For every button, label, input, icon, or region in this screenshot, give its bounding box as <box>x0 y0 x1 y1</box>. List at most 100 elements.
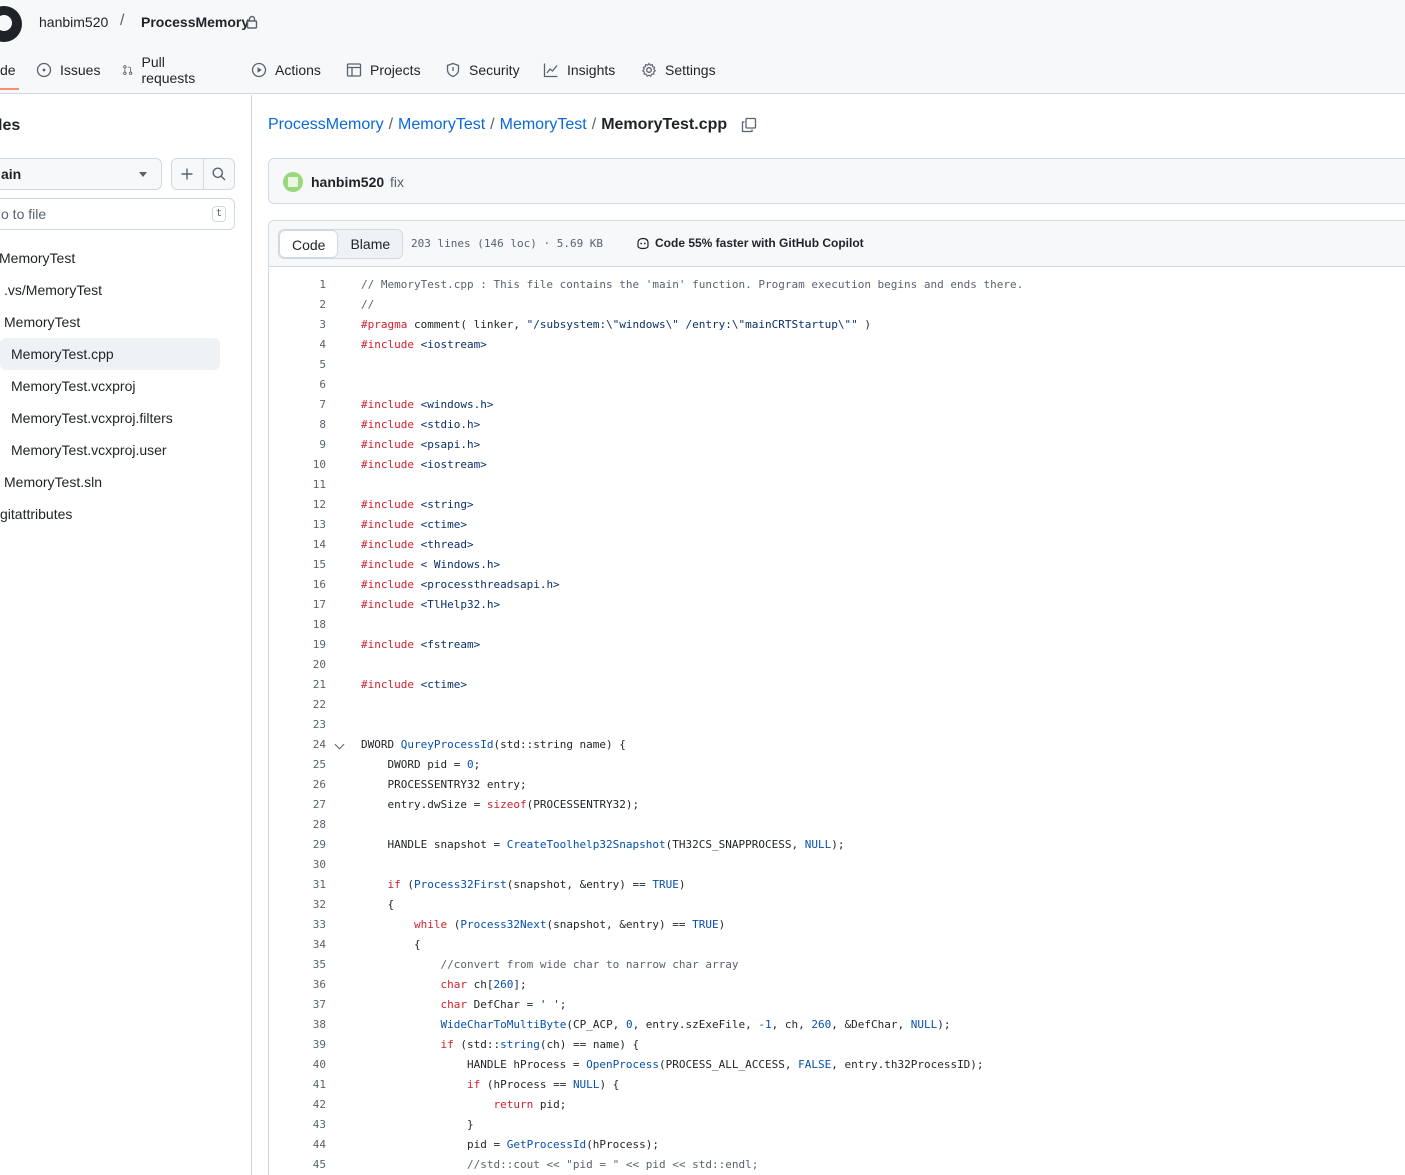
code-line-text: HANDLE snapshot = CreateToolhelp32Snapsh… <box>361 838 845 851</box>
code-line-text: PROCESSENTRY32 entry; <box>361 778 527 791</box>
line-number[interactable]: 20 <box>269 655 326 675</box>
tree-item-vs-memorytest[interactable]: .vs/MemoryTest <box>4 274 220 306</box>
add-file-button[interactable] <box>172 159 203 189</box>
line-number[interactable]: 4 <box>269 335 326 355</box>
tree-item-label: .vs/MemoryTest <box>4 282 103 298</box>
tree-item-vcxproj[interactable]: MemoryTest.vcxproj <box>11 370 220 402</box>
tree-item-vcxproj-filters[interactable]: MemoryTest.vcxproj.filters <box>11 402 220 434</box>
tab-code[interactable]: de <box>0 50 19 90</box>
line-number[interactable]: 36 <box>269 975 326 995</box>
line-number[interactable]: 28 <box>269 815 326 835</box>
tab-insights[interactable]: Insights <box>543 50 615 90</box>
breadcrumb: ProcessMemory / MemoryTest / MemoryTest … <box>268 116 757 134</box>
line-number[interactable]: 21 <box>269 675 326 695</box>
code-line-text: #include < Windows.h> <box>361 558 501 571</box>
line-number[interactable]: 30 <box>269 855 326 875</box>
line-number[interactable]: 19 <box>269 635 326 655</box>
table-icon <box>346 63 362 77</box>
line-number[interactable]: 13 <box>269 515 326 535</box>
line-number[interactable]: 5 <box>269 355 326 375</box>
line-number[interactable]: 41 <box>269 1075 326 1095</box>
breadcrumb-subfolder-link[interactable]: MemoryTest <box>500 116 587 134</box>
code-line: 14 #include <thread> <box>269 535 1405 555</box>
branch-selector-button[interactable]: ain <box>0 158 162 190</box>
tab-projects[interactable]: Projects <box>346 50 421 90</box>
line-number[interactable]: 18 <box>269 615 326 635</box>
line-number[interactable]: 11 <box>269 475 326 495</box>
commit-author-link[interactable]: hanbim520 <box>311 174 384 190</box>
line-number[interactable]: 1 <box>269 275 326 295</box>
line-number[interactable]: 2 <box>269 295 326 315</box>
line-number[interactable]: 40 <box>269 1055 326 1075</box>
keyboard-shortcut-hint: t <box>212 206 226 222</box>
line-number[interactable]: 12 <box>269 495 326 515</box>
line-number[interactable]: 26 <box>269 775 326 795</box>
line-number[interactable]: 32 <box>269 895 326 915</box>
go-to-file-placeholder: o to file <box>1 206 47 222</box>
tab-label: Settings <box>665 62 716 78</box>
code-line-text: entry.dwSize = sizeof(PROCESSENTRY32); <box>361 798 640 811</box>
line-number[interactable]: 22 <box>269 695 326 715</box>
line-number[interactable]: 6 <box>269 375 326 395</box>
tab-settings[interactable]: Settings <box>641 50 716 90</box>
tree-item-sln[interactable]: MemoryTest.sln <box>4 466 220 498</box>
line-number[interactable]: 24 <box>269 735 326 755</box>
branch-name: ain <box>1 166 22 182</box>
line-number[interactable]: 7 <box>269 395 326 415</box>
line-number[interactable]: 9 <box>269 435 326 455</box>
line-number[interactable]: 42 <box>269 1095 326 1115</box>
line-number[interactable]: 29 <box>269 835 326 855</box>
shield-icon <box>446 62 460 78</box>
line-number[interactable]: 15 <box>269 555 326 575</box>
tree-item-memorytest-folder[interactable]: MemoryTest <box>4 306 220 338</box>
go-to-file-input[interactable]: o to file t <box>0 198 235 230</box>
line-number[interactable]: 3 <box>269 315 326 335</box>
line-number[interactable]: 33 <box>269 915 326 935</box>
tab-security[interactable]: Security <box>445 50 520 90</box>
line-number[interactable]: 31 <box>269 875 326 895</box>
line-number[interactable]: 17 <box>269 595 326 615</box>
line-number[interactable]: 35 <box>269 955 326 975</box>
github-logo-icon[interactable] <box>0 6 22 42</box>
tree-item-memorytest-cpp[interactable]: MemoryTest.cpp <box>0 338 220 370</box>
repo-name-link[interactable]: ProcessMemory <box>141 14 249 30</box>
line-number[interactable]: 37 <box>269 995 326 1015</box>
tab-issues[interactable]: Issues <box>36 50 100 90</box>
line-number[interactable]: 8 <box>269 415 326 435</box>
repo-owner-link[interactable]: hanbim520 <box>39 14 108 30</box>
blame-view-button[interactable]: Blame <box>338 230 402 258</box>
line-number[interactable]: 10 <box>269 455 326 475</box>
copy-path-icon[interactable] <box>741 117 757 133</box>
line-number[interactable]: 23 <box>269 715 326 735</box>
line-number[interactable]: 27 <box>269 795 326 815</box>
line-number[interactable]: 25 <box>269 755 326 775</box>
copilot-promo-link[interactable]: Code 55% faster with GitHub Copilot <box>636 236 864 250</box>
tab-pull-requests[interactable]: Pull requests <box>122 50 200 90</box>
code-view-button[interactable]: Code <box>279 230 339 258</box>
line-number[interactable]: 38 <box>269 1015 326 1035</box>
commit-message-link[interactable]: fix <box>390 174 404 190</box>
breadcrumb-repo-link[interactable]: ProcessMemory <box>268 116 384 134</box>
code-line-text: { <box>361 898 395 911</box>
code-line: 43 } <box>269 1115 1405 1135</box>
line-number[interactable]: 34 <box>269 935 326 955</box>
tree-item-vcxproj-user[interactable]: MemoryTest.vcxproj.user <box>11 434 220 466</box>
line-number[interactable]: 39 <box>269 1035 326 1055</box>
search-files-button[interactable] <box>202 159 234 189</box>
fold-chevron-icon[interactable] <box>334 739 345 750</box>
avatar[interactable] <box>283 172 303 192</box>
tab-actions[interactable]: Actions <box>251 50 321 90</box>
line-number[interactable]: 16 <box>269 575 326 595</box>
breadcrumb-folder-link[interactable]: MemoryTest <box>398 116 485 134</box>
line-number[interactable]: 14 <box>269 535 326 555</box>
tree-item-memorytest[interactable]: MemoryTest <box>0 242 219 274</box>
tree-item-label: gitattributes <box>0 506 73 522</box>
line-number[interactable]: 45 <box>269 1155 326 1175</box>
code-line: 38 WideCharToMultiByte(CP_ACP, 0, entry.… <box>269 1015 1405 1035</box>
code-line-text: // <box>361 298 375 311</box>
tree-item-label: MemoryTest <box>4 314 81 330</box>
tree-item-gitattributes[interactable]: gitattributes <box>0 498 220 530</box>
code-line-text: DWORD QureyProcessId(std::string name) { <box>361 738 626 751</box>
line-number[interactable]: 43 <box>269 1115 326 1135</box>
line-number[interactable]: 44 <box>269 1135 326 1155</box>
